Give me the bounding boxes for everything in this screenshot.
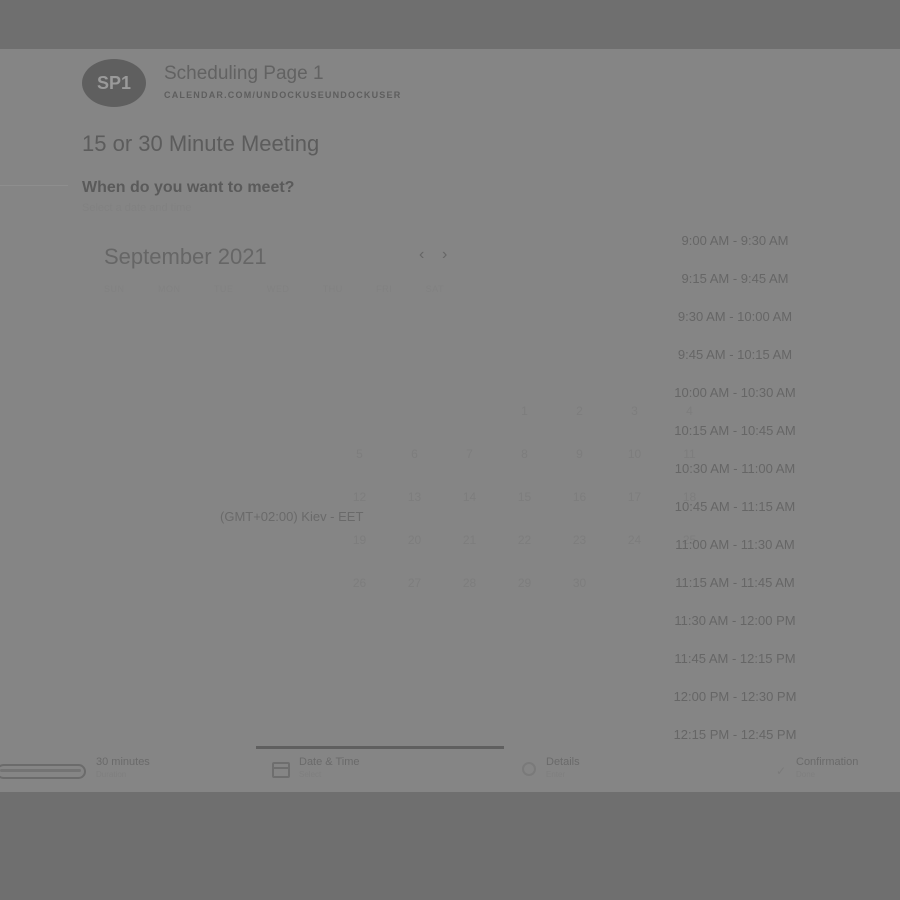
calendar-day[interactable]: 2	[552, 404, 607, 418]
calendar-day[interactable]: 15	[497, 490, 552, 504]
time-slot-button[interactable]: 10:15 AM - 10:45 AM	[655, 411, 815, 449]
calendar-day[interactable]: 22	[497, 533, 552, 547]
weekday-label: FRI	[376, 284, 393, 294]
weekday-label: MON	[157, 284, 181, 294]
page-header: SP1 Scheduling Page 1 CALENDAR.COM/UNDOC…	[82, 59, 682, 107]
weekday-label: THU	[322, 284, 343, 294]
calendar-day[interactable]: 13	[387, 490, 442, 504]
avatar: SP1	[82, 59, 146, 107]
weekday-label: WED	[266, 284, 290, 294]
weekday-label: SUN	[104, 284, 125, 294]
meeting-question-subtitle: Select a date and time	[82, 202, 192, 214]
step-progress-bar	[256, 746, 504, 749]
time-slot-button[interactable]: 11:00 AM - 11:30 AM	[655, 525, 815, 563]
calendar-day[interactable]: 1	[497, 404, 552, 418]
step-duration[interactable]: 30 minutes Duration	[96, 756, 150, 779]
calendar-day[interactable]: 30	[552, 576, 607, 590]
calendar-day[interactable]: 8	[497, 447, 552, 461]
calendar-day[interactable]: 12	[332, 490, 387, 504]
time-slot-button[interactable]: 11:45 AM - 12:15 PM	[655, 639, 815, 677]
calendar-day[interactable]: 21	[442, 533, 497, 547]
calendar-month-label: September 2021	[104, 244, 267, 269]
calendar-day[interactable]: 6	[387, 447, 442, 461]
chevron-left-icon[interactable]: ‹	[419, 246, 424, 264]
calendar-day[interactable]: 28	[442, 576, 497, 590]
time-slot-button[interactable]: 10:00 AM - 10:30 AM	[655, 373, 815, 411]
calendar-day[interactable]: 14	[442, 490, 497, 504]
duration-toggle[interactable]	[0, 764, 86, 779]
calendar-day[interactable]: 23	[552, 533, 607, 547]
step-details-title: Details	[546, 756, 580, 768]
meeting-question: When do you want to meet?	[82, 179, 295, 196]
time-slot-button[interactable]: 9:45 AM - 10:15 AM	[655, 335, 815, 373]
calendar-day[interactable]: 26	[332, 576, 387, 590]
time-slot-button[interactable]: 9:30 AM - 10:00 AM	[655, 297, 815, 335]
time-slot-button[interactable]: 9:15 AM - 9:45 AM	[655, 259, 815, 297]
scheduling-page-url[interactable]: CALENDAR.COM/UNDOCKUSEUNDOCKUSER	[164, 90, 401, 100]
calendar-day[interactable]: 27	[387, 576, 442, 590]
time-slot-button[interactable]: 11:15 AM - 11:45 AM	[655, 563, 815, 601]
calendar-day[interactable]: 3	[607, 404, 662, 418]
step-confirmation-title: Confirmation	[796, 756, 859, 768]
timezone-selector[interactable]: (GMT+02:00) Kiev - EET	[220, 509, 363, 524]
calendar-day[interactable]: 7	[442, 447, 497, 461]
time-slot-button[interactable]: 11:30 AM - 12:00 PM	[655, 601, 815, 639]
time-slot-button[interactable]: 10:45 AM - 11:15 AM	[655, 487, 815, 525]
weekday-label: TUE	[213, 284, 234, 294]
calendar-day[interactable]: 19	[332, 533, 387, 547]
calendar-day[interactable]: 29	[497, 576, 552, 590]
meeting-title: 15 or 30 Minute Meeting	[82, 131, 320, 156]
calendar-day[interactable]: 16	[552, 490, 607, 504]
step-date-time[interactable]: Date & Time Select	[299, 756, 360, 779]
calendar-day[interactable]: 9	[552, 447, 607, 461]
calendar-icon	[272, 762, 290, 778]
calendar-day[interactable]: 17	[607, 490, 662, 504]
step-details-subtitle: Enter	[546, 770, 566, 779]
step-details[interactable]: Details Enter	[546, 756, 580, 779]
booking-stepper: 30 minutes Duration Date & Time Select D…	[0, 746, 900, 792]
calendar-day[interactable]: 24	[607, 533, 662, 547]
scheduling-page-name[interactable]: Scheduling Page 1	[164, 63, 324, 85]
person-icon	[522, 762, 536, 776]
step-date-time-title: Date & Time	[299, 756, 360, 768]
scheduling-page: SP1 Scheduling Page 1 CALENDAR.COM/UNDOC…	[0, 49, 900, 792]
time-slot-button[interactable]: 10:30 AM - 11:00 AM	[655, 449, 815, 487]
weekday-label: SAT	[425, 284, 444, 294]
chevron-right-icon[interactable]: ›	[442, 246, 447, 264]
time-slot-list: 9:00 AM - 9:30 AM 9:15 AM - 9:45 AM 9:30 A…	[655, 221, 815, 753]
step-confirmation-subtitle: Done	[796, 770, 816, 779]
calendar-weekday-header: SUN MON TUE WED THU FRI SAT	[104, 284, 444, 294]
step-confirmation[interactable]: Confirmation Done	[796, 756, 858, 779]
time-slot-button[interactable]: 9:00 AM - 9:30 AM	[655, 221, 815, 259]
step-duration-subtitle: Duration	[96, 770, 127, 779]
time-slot-button[interactable]: 12:00 PM - 12:30 PM	[655, 677, 815, 715]
calendar-day[interactable]: 20	[387, 533, 442, 547]
step-date-time-subtitle: Select	[299, 770, 322, 779]
divider	[0, 185, 68, 186]
calendar-day[interactable]: 5	[332, 447, 387, 461]
calendar-day[interactable]: 10	[607, 447, 662, 461]
check-icon: ✓	[776, 764, 787, 778]
step-duration-title: 30 minutes	[96, 756, 150, 768]
